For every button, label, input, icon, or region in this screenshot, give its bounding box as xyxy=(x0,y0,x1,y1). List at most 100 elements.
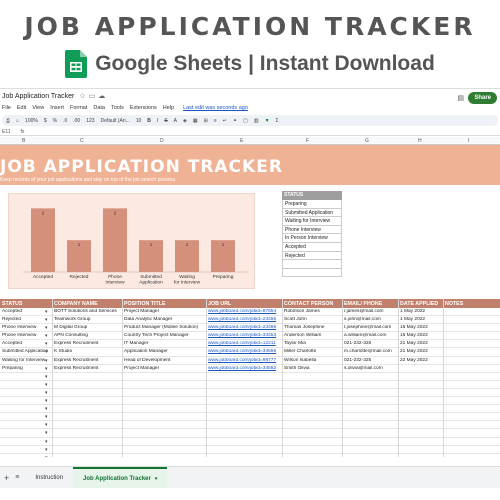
chart-bar-0[interactable] xyxy=(31,208,55,272)
star-icon[interactable]: ☆ xyxy=(79,92,85,100)
percent-button[interactable]: % xyxy=(53,118,57,124)
share-button[interactable]: Share xyxy=(468,92,497,104)
table-row[interactable]: ▾ xyxy=(0,381,500,389)
status-cell[interactable]: Accepted xyxy=(2,341,51,346)
contact-cell[interactable]: Scott John xyxy=(284,317,341,322)
table-row[interactable]: ▾ xyxy=(0,454,500,457)
position-cell[interactable]: Project Manager xyxy=(124,366,205,371)
contact-cell[interactable]: Anderson William xyxy=(284,333,341,338)
italic-button[interactable]: I xyxy=(157,118,158,124)
position-cell[interactable]: Application Manager xyxy=(124,349,205,354)
align-icon[interactable]: ≡ xyxy=(214,118,217,124)
email-phone-cell[interactable]: r.james@mail.com xyxy=(344,309,397,314)
table-row[interactable]: ▾ xyxy=(0,446,500,454)
job-url-cell[interactable]: www.jobboard.com/jobid=23466 xyxy=(208,325,281,330)
status-dropdown-icon[interactable]: ▾ xyxy=(45,358,48,364)
table-row[interactable]: Preparing Express Recruitment Project Mana… xyxy=(0,365,500,373)
cell-reference[interactable]: E11 xyxy=(2,129,11,135)
insert-comment-icon[interactable]: ▢ xyxy=(243,118,248,124)
menu-help[interactable]: Help xyxy=(163,105,174,111)
tab-job-application-tracker[interactable]: Job Application Tracker ▾ xyxy=(73,466,168,488)
status-dropdown-icon[interactable]: ▾ xyxy=(45,430,48,436)
column-header-i[interactable]: I xyxy=(468,138,469,144)
email-phone-cell[interactable]: 021-232-325 xyxy=(344,358,397,363)
menu-edit[interactable]: Edit xyxy=(17,105,26,111)
status-list-item[interactable]: In Person Interview xyxy=(282,234,342,243)
table-row[interactable]: ▾ xyxy=(0,438,500,446)
status-cell[interactable]: Accepted xyxy=(2,309,51,314)
email-phone-cell[interactable]: s.john@mail.com xyxy=(344,317,397,322)
company-cell[interactable]: Express Recruitment xyxy=(54,366,121,371)
strikethrough-button[interactable]: S xyxy=(164,118,167,124)
status-dropdown-icon[interactable]: ▾ xyxy=(45,341,48,347)
date-applied-cell[interactable]: 22 May 2022 xyxy=(400,358,442,363)
company-cell[interactable]: Express Recruitment xyxy=(54,341,121,346)
contact-cell[interactable]: Miller Charlotte xyxy=(284,349,341,354)
status-list-item[interactable]: Waiting for Interview xyxy=(282,217,342,226)
company-cell[interactable]: K Studio xyxy=(54,349,121,354)
contact-cell[interactable]: Smith Olivia xyxy=(284,366,341,371)
comment-icon[interactable]: ▤ xyxy=(457,94,464,102)
font-select[interactable]: Default (Ari... xyxy=(101,118,130,124)
status-cell[interactable]: Phone Interview xyxy=(2,333,51,338)
tab-menu-icon[interactable]: ▾ xyxy=(155,476,158,482)
cloud-status-icon[interactable]: ☁ xyxy=(98,92,105,100)
column-header-d[interactable]: D xyxy=(160,138,164,144)
position-cell[interactable]: Country Tech Project Manager xyxy=(124,333,205,338)
status-dropdown-icon[interactable]: ▾ xyxy=(45,374,48,380)
email-phone-cell[interactable]: t.josephine@mail.com xyxy=(344,325,397,330)
status-dropdown-icon[interactable]: ▾ xyxy=(45,366,48,372)
last-edit-link[interactable]: Last edit was seconds ago xyxy=(183,105,248,111)
fill-color-icon[interactable]: ◈ xyxy=(183,118,187,124)
status-list-item[interactable] xyxy=(282,260,342,269)
decrease-decimal-button[interactable]: .0 xyxy=(63,118,67,124)
add-sheet-icon[interactable]: + xyxy=(4,473,9,483)
document-title[interactable]: Job Application Tracker xyxy=(2,93,74,100)
column-header-h[interactable]: H xyxy=(418,138,422,144)
table-row[interactable]: ▾ xyxy=(0,373,500,381)
status-dropdown-icon[interactable]: ▾ xyxy=(45,390,48,396)
status-dropdown-icon[interactable]: ▾ xyxy=(45,333,48,339)
status-cell[interactable]: Waiting for Interview xyxy=(2,358,51,363)
date-applied-cell[interactable]: 15 May 2022 xyxy=(400,333,442,338)
tab-instruction[interactable]: Instruction xyxy=(25,467,73,489)
text-color-button[interactable]: A xyxy=(174,118,177,124)
column-header-c[interactable]: C xyxy=(80,138,84,144)
functions-icon[interactable]: Σ xyxy=(276,118,279,124)
status-list-item[interactable] xyxy=(282,268,342,278)
menu-insert[interactable]: Insert xyxy=(50,105,64,111)
position-cell[interactable]: Head of Development xyxy=(124,358,205,363)
table-row[interactable]: ▾ xyxy=(0,405,500,414)
contact-cell[interactable]: Wilson Isabella xyxy=(284,358,341,363)
status-dropdown-icon[interactable]: ▾ xyxy=(45,439,48,445)
status-dropdown-icon[interactable]: ▾ xyxy=(45,309,48,315)
table-row[interactable]: Phone Interview M Digital Group Product Ma… xyxy=(0,324,500,333)
email-phone-cell[interactable]: a.william@mail.com xyxy=(344,333,397,338)
zoom-select[interactable]: 100% xyxy=(25,118,38,124)
column-header-g[interactable]: G xyxy=(365,138,369,144)
table-row[interactable]: Waiting for Interview Express Recruitment… xyxy=(0,357,500,365)
status-dropdown-icon[interactable]: ▾ xyxy=(45,447,48,453)
status-dropdown-icon[interactable]: ▾ xyxy=(45,325,48,331)
column-header-f[interactable]: F xyxy=(306,138,309,144)
email-phone-cell[interactable]: m.charlotte@mail.com xyxy=(344,349,397,354)
status-dropdown-icon[interactable]: ▾ xyxy=(45,349,48,355)
contact-cell[interactable]: Taylor Mia xyxy=(284,341,341,346)
wrap-icon[interactable]: ↵ xyxy=(223,118,227,124)
currency-button[interactable]: $ xyxy=(44,118,47,124)
merge-cells-icon[interactable]: ⊞ xyxy=(204,118,208,124)
position-cell[interactable]: IT Manager xyxy=(124,341,205,346)
position-cell[interactable]: Project Manager xyxy=(124,309,205,314)
menu-data[interactable]: Data xyxy=(93,105,105,111)
status-list-item[interactable]: Rejected xyxy=(282,251,342,261)
print-icon[interactable]: ⎙ xyxy=(6,118,10,124)
email-phone-cell[interactable]: s.olivia@mail.com xyxy=(344,366,397,371)
job-url-cell[interactable]: www.jobboard.com/jobid=12211 xyxy=(208,341,281,346)
company-cell[interactable]: BOTT Solutions and Services xyxy=(54,309,121,314)
table-row[interactable]: ▾ xyxy=(0,413,500,422)
formula-bar[interactable]: E11 fx xyxy=(0,128,500,136)
date-applied-cell[interactable]: 21 May 2022 xyxy=(400,349,442,354)
filter-icon[interactable]: ▼ xyxy=(265,118,270,124)
job-url-cell[interactable]: www.jobboard.com/jobid=34556 xyxy=(208,349,281,354)
menu-view[interactable]: View xyxy=(32,105,44,111)
